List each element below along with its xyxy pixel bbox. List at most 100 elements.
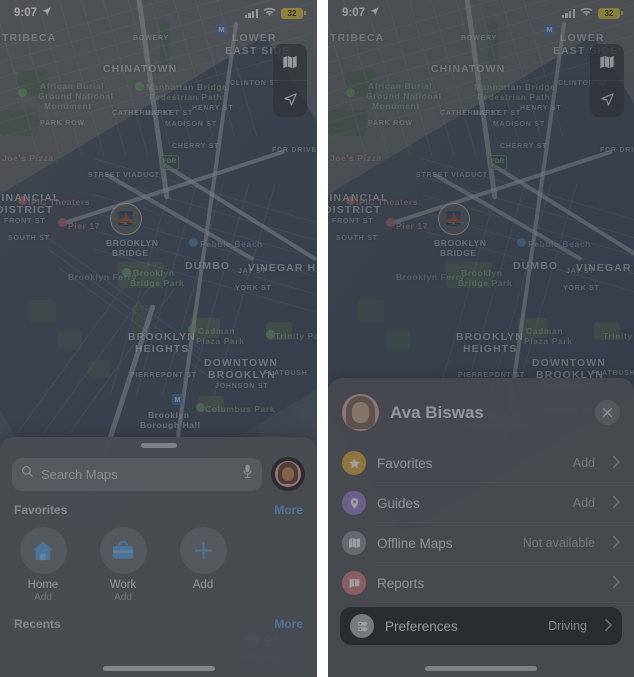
poi-marker[interactable] — [196, 403, 205, 412]
subway-station-icon[interactable]: M — [172, 394, 183, 405]
map-label: DOWNTOWN — [204, 357, 278, 369]
menu-item-reports[interactable]: Reports — [328, 563, 634, 603]
poi-marker[interactable] — [346, 88, 355, 97]
map-label: Trinity Park — [275, 331, 317, 341]
brooklyn-bridge-pin[interactable]: 🌉 — [438, 203, 470, 235]
map-label: BRIDGE — [440, 248, 477, 258]
account-avatar-button[interactable] — [271, 457, 305, 491]
battery-indicator: 32 — [281, 7, 306, 19]
map-label: IPIC Theaters — [356, 197, 419, 207]
recents-more-link[interactable]: More — [274, 617, 303, 631]
favorite-home[interactable]: Home Add — [14, 527, 72, 603]
menu-item-label: Guides — [377, 495, 420, 511]
recents-title: Recents — [14, 617, 61, 631]
menu-item-offline-maps[interactable]: Offline Maps Not available — [328, 523, 634, 563]
favorites-section-header: Favorites More — [0, 491, 317, 523]
map-label: BROOKLYN — [456, 331, 524, 343]
map-label: JAY ST — [238, 268, 267, 275]
map-label: HENRY ST — [192, 105, 234, 112]
search-placeholder: Search Maps — [41, 466, 118, 482]
account-menu-list: Favorites Add Guides Add Offline Maps Not ava… — [328, 443, 634, 645]
status-bar-right: 32 — [561, 7, 623, 20]
brooklyn-bridge-pin[interactable]: 🌉 — [110, 203, 142, 235]
favorite-work[interactable]: Work Add — [94, 527, 152, 603]
menu-item-label: Offline Maps — [377, 535, 453, 551]
status-time: 9:07 — [342, 7, 366, 19]
map-label: Monument — [44, 101, 92, 111]
profile-avatar[interactable] — [342, 394, 379, 431]
map-label: DUMBO — [513, 260, 559, 272]
poi-marker[interactable] — [189, 238, 198, 247]
poi-marker[interactable] — [135, 82, 144, 91]
briefcase-icon — [99, 527, 147, 574]
map-label: MADISON ST — [165, 121, 217, 128]
right-phone-screen: M FDR 🌉 TRIBECA CHINATOWN LOWER EAST SIDE DU… — [328, 0, 634, 677]
map-label: Pedestrian Path — [477, 92, 551, 102]
search-input[interactable]: Search Maps — [12, 457, 262, 491]
map-label: Plaza Park — [196, 336, 245, 346]
locate-me-button[interactable] — [590, 80, 624, 117]
map-label: LOWER — [560, 32, 605, 44]
account-sheet: Ava Biswas Favorites Add Guides Add Offline … — [328, 378, 634, 677]
signal-bars-icon — [244, 8, 258, 18]
microphone-icon[interactable] — [242, 464, 253, 484]
poi-marker[interactable] — [58, 218, 67, 227]
favorites-more-link[interactable]: More — [274, 503, 303, 517]
map-label: Bridge Park — [130, 278, 185, 288]
map-label: BOWERY — [133, 35, 170, 42]
menu-item-preferences[interactable]: Preferences Driving — [340, 607, 622, 645]
bridge-glyph: 🌉 — [445, 211, 463, 226]
screenshot-stage: M M FDR 🌉 TRIBECA CHINATOWN LOWER EAST SIDE… — [0, 0, 634, 677]
map-label: BROOKLYN — [128, 331, 196, 343]
map-label: FLATBUSH — [592, 370, 634, 377]
map-label: Brooklyn — [461, 268, 503, 278]
map-label: African Burial — [368, 81, 433, 91]
poi-marker[interactable] — [386, 218, 395, 227]
map-layers-button[interactable] — [590, 44, 624, 80]
home-indicator[interactable] — [425, 666, 537, 671]
map-label: PIERREPONT ST — [130, 372, 197, 379]
poi-marker[interactable] — [517, 238, 526, 247]
locate-me-button[interactable] — [273, 80, 307, 117]
map-label: Brooklyn — [133, 268, 175, 278]
map-label: BRIDGE — [112, 248, 149, 258]
favorite-label: Add — [192, 579, 214, 591]
star-icon — [342, 451, 366, 475]
map-label: SOUTH ST — [8, 235, 50, 242]
signal-bars-icon — [561, 8, 575, 18]
wifi-icon — [580, 7, 593, 20]
avatar-skin — [282, 467, 294, 481]
map-label: SOUTH ST — [336, 235, 378, 242]
fdr-route-shield: FDR — [488, 155, 507, 170]
chevron-right-icon — [613, 575, 620, 591]
map-label: CHERRY ST — [500, 143, 548, 150]
map-label: Trinity Park — [603, 331, 634, 341]
map-controls — [273, 44, 307, 117]
maps-bottom-sheet: Search Maps Favorites More Home Add Work… — [0, 437, 317, 677]
map-label: CHERRY ST — [172, 143, 220, 150]
menu-item-guides[interactable]: Guides Add — [328, 483, 634, 523]
location-arrow-icon — [41, 6, 52, 20]
chevron-right-icon — [613, 535, 620, 551]
map-layers-button[interactable] — [273, 44, 307, 80]
poi-marker[interactable] — [266, 330, 275, 339]
map-label: JAY ST — [566, 268, 595, 275]
map-label: BROOKLYN — [434, 238, 487, 248]
home-indicator[interactable] — [102, 666, 215, 671]
map-label: Brooklyn Ferry — [68, 272, 137, 282]
map-label: MARKET ST — [145, 110, 194, 117]
map-label: Pier 17 — [396, 221, 429, 231]
favorite-label: Work — [109, 579, 137, 591]
map-label: TRIBECA — [2, 32, 57, 44]
favorites-row: Home Add Work Add Add — [0, 523, 317, 603]
favorite-label: Home — [27, 579, 59, 591]
close-icon[interactable] — [595, 400, 620, 425]
map-label: JOHNSON ST — [215, 383, 269, 390]
menu-item-label: Preferences — [385, 618, 458, 634]
menu-item-value: Add — [572, 456, 595, 470]
menu-item-favorites[interactable]: Favorites Add — [328, 443, 634, 483]
plus-icon — [179, 527, 227, 574]
poi-marker[interactable] — [18, 88, 27, 97]
favorite-add[interactable]: Add — [174, 527, 232, 603]
status-bar: 9:07 32 — [0, 0, 317, 26]
